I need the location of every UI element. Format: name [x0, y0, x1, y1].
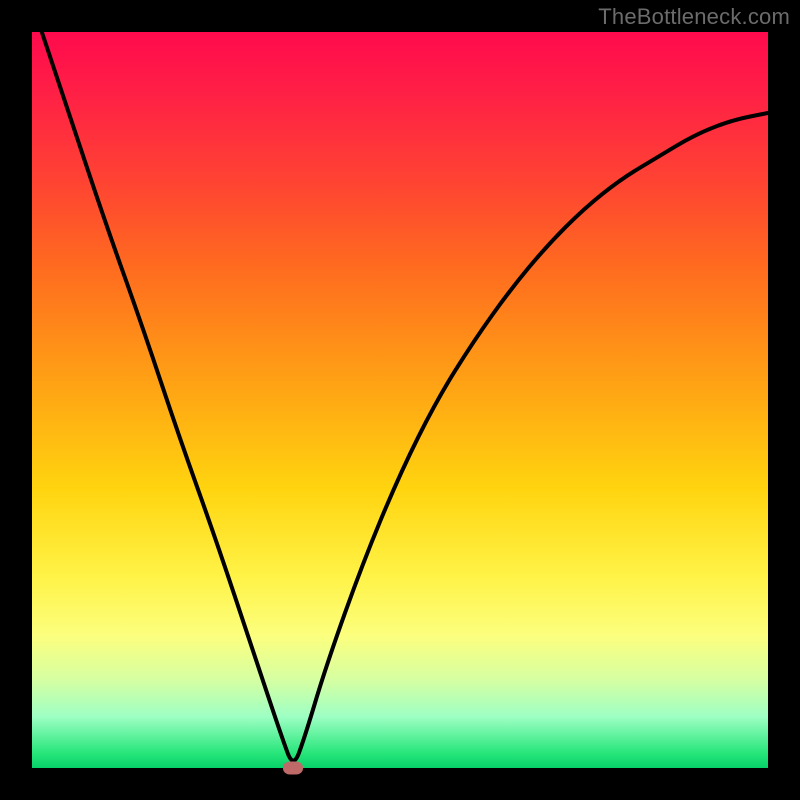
optimum-marker [283, 762, 303, 775]
chart-plot-area [32, 32, 768, 768]
watermark-text: TheBottleneck.com [598, 4, 790, 30]
bottleneck-curve [32, 32, 768, 768]
